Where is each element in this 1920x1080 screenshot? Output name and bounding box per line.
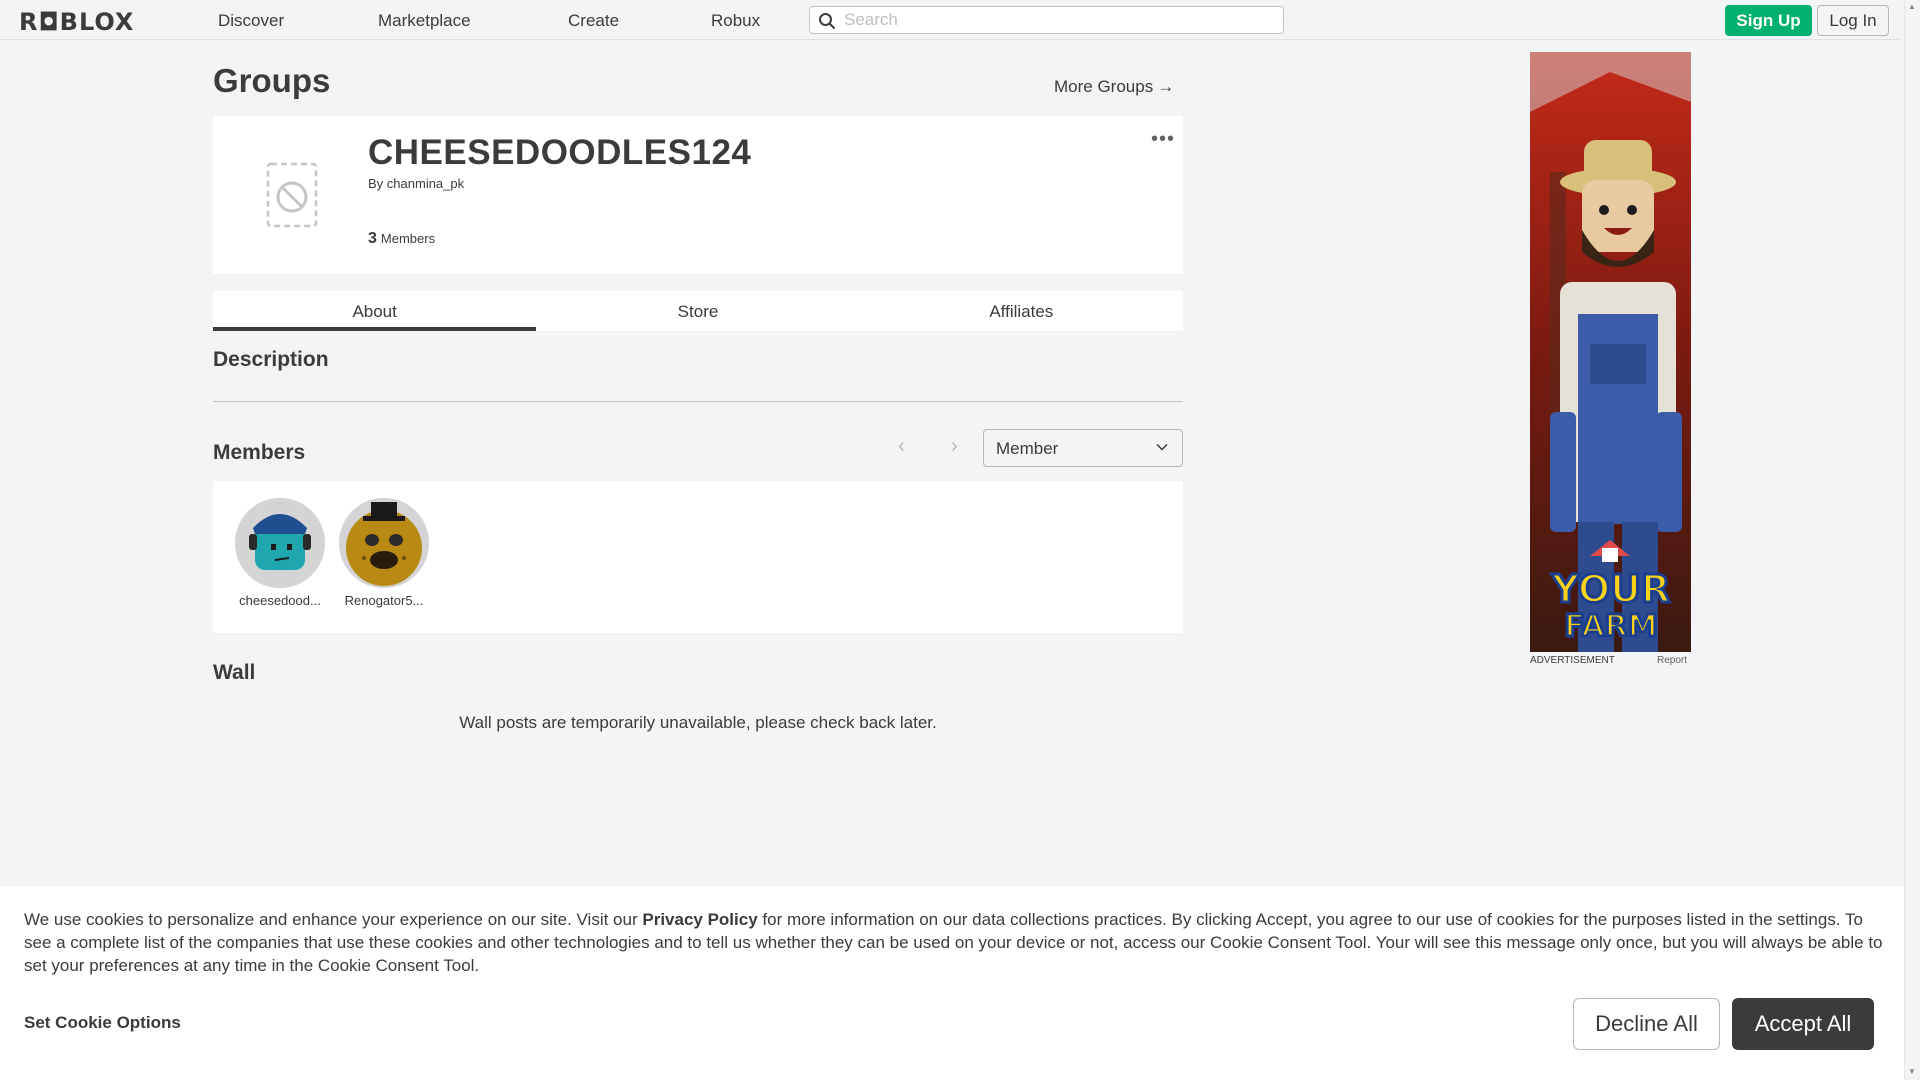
cookie-consent-banner: We use cookies to personalize and enhanc… bbox=[0, 886, 1904, 1080]
report-ad-link[interactable]: Report bbox=[1657, 655, 1687, 666]
member-count-label: Members bbox=[380, 231, 436, 246]
members-heading: Members bbox=[213, 441, 306, 464]
avatar-headshot-image bbox=[339, 498, 429, 588]
chevron-left-icon[interactable]: ‹ bbox=[898, 435, 905, 458]
search-input[interactable] bbox=[844, 10, 1274, 30]
decline-all-button[interactable]: Decline All bbox=[1573, 998, 1720, 1050]
cookie-message: We use cookies to personalize and enhanc… bbox=[24, 908, 1886, 977]
arrow-right-icon: → bbox=[1157, 77, 1175, 96]
role-filter-dropdown[interactable]: Member bbox=[983, 429, 1183, 467]
nav-robux[interactable]: Robux bbox=[711, 11, 760, 31]
member-name[interactable]: Renogator5... bbox=[338, 593, 430, 608]
avatar[interactable] bbox=[339, 498, 429, 588]
tab-about[interactable]: About bbox=[213, 291, 537, 331]
scrollbar-thumb[interactable] bbox=[1909, 14, 1917, 1064]
ad-logo-line1: YOUR bbox=[1551, 567, 1671, 611]
wall-heading: Wall bbox=[213, 661, 256, 684]
log-in-button[interactable]: Log In bbox=[1817, 5, 1889, 36]
tab-affiliates[interactable]: Affiliates bbox=[860, 291, 1183, 331]
members-list: cheesedood... Renogator5... bbox=[213, 481, 1183, 633]
avatar[interactable] bbox=[235, 498, 325, 588]
page-scrollbar[interactable]: ▲ ▼ bbox=[1904, 0, 1920, 1080]
group-owner-prefix: By bbox=[368, 176, 384, 191]
nav-create[interactable]: Create bbox=[568, 11, 619, 31]
member-card[interactable]: cheesedood... bbox=[234, 498, 326, 608]
member-count-number: 3 bbox=[368, 230, 377, 247]
page-title: Groups bbox=[213, 62, 331, 99]
scroll-down-icon[interactable]: ▼ bbox=[1908, 1067, 1916, 1076]
member-name[interactable]: cheesedood... bbox=[234, 593, 326, 608]
group-emblem-placeholder-icon bbox=[266, 162, 318, 228]
top-navigation-bar: R◘BLOX Discover Marketplace Create Robux… bbox=[0, 0, 1900, 40]
wall-unavailable-message: Wall posts are temporarily unavailable, … bbox=[459, 713, 937, 732]
more-options-icon[interactable]: ••• bbox=[1151, 128, 1175, 151]
advertisement-image: YOUR FARM bbox=[1530, 52, 1691, 652]
set-cookie-options-link[interactable]: Set Cookie Options bbox=[24, 1013, 181, 1033]
privacy-policy-link[interactable]: Privacy Policy bbox=[642, 910, 757, 929]
nav-marketplace[interactable]: Marketplace bbox=[378, 11, 471, 31]
chevron-down-icon bbox=[1156, 443, 1168, 451]
accept-all-button[interactable]: Accept All bbox=[1732, 998, 1874, 1050]
advertisement-banner[interactable]: YOUR FARM bbox=[1530, 52, 1691, 652]
more-groups-label: More Groups bbox=[1054, 77, 1154, 96]
group-member-count: 3 Members bbox=[368, 230, 435, 248]
group-owner: By chanmina_pk bbox=[368, 176, 464, 191]
search-box[interactable] bbox=[809, 6, 1284, 34]
nav-discover[interactable]: Discover bbox=[218, 11, 284, 31]
chevron-right-icon[interactable]: › bbox=[951, 435, 958, 458]
member-card[interactable]: Renogator5... bbox=[338, 498, 430, 608]
description-heading: Description bbox=[213, 348, 329, 371]
more-groups-link[interactable]: More Groups → bbox=[1054, 77, 1174, 97]
cookie-text-before: We use cookies to personalize and enhanc… bbox=[24, 910, 643, 929]
search-icon bbox=[819, 13, 836, 30]
role-filter-value: Member bbox=[996, 439, 1059, 458]
group-name: CHEESEDOODLES124 bbox=[368, 133, 752, 172]
sign-up-button[interactable]: Sign Up bbox=[1725, 5, 1812, 36]
advertisement-label: ADVERTISEMENT bbox=[1530, 655, 1615, 666]
divider bbox=[213, 401, 1183, 402]
group-header-card: CHEESEDOODLES124 By chanmina_pk 3 Members… bbox=[213, 116, 1183, 274]
avatar-headshot-image bbox=[235, 498, 325, 588]
group-owner-link[interactable]: chanmina_pk bbox=[387, 176, 464, 191]
group-tabs: About Store Affiliates bbox=[213, 291, 1183, 331]
scroll-up-icon[interactable]: ▲ bbox=[1908, 2, 1916, 11]
tab-store[interactable]: Store bbox=[536, 291, 859, 331]
roblox-logo[interactable]: R◘BLOX bbox=[19, 8, 134, 36]
ad-logo-line2: FARM bbox=[1564, 609, 1657, 644]
